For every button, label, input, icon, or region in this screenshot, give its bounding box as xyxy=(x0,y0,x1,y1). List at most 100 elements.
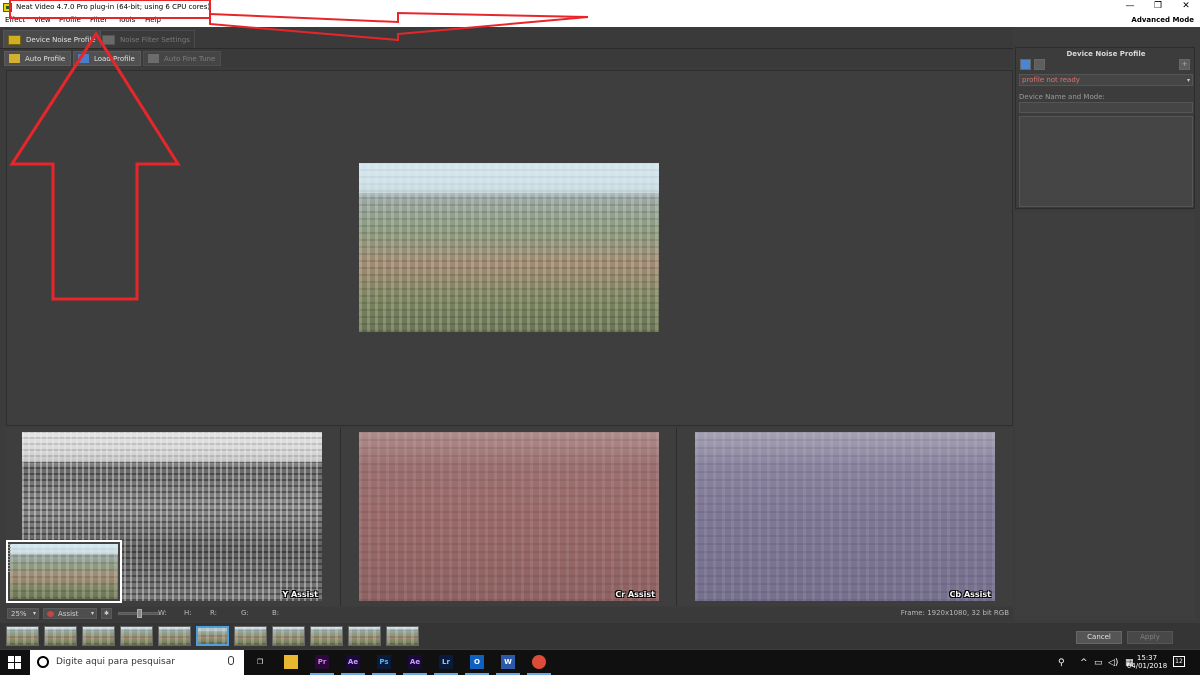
outlook-icon[interactable]: O xyxy=(470,655,484,669)
clock[interactable]: 15:37 04/01/2018 xyxy=(1126,654,1168,670)
frame-photo xyxy=(198,628,227,644)
frame-filmstrip xyxy=(0,623,1200,649)
people-icon[interactable]: ⚲ xyxy=(1058,658,1065,668)
assist-mode-value: Assist xyxy=(58,610,79,618)
after-effects-icon[interactable]: Ae xyxy=(346,655,360,669)
filmstrip-frame[interactable] xyxy=(120,626,153,646)
red-readout: R: xyxy=(210,609,218,617)
profile-status-select[interactable]: profile not ready ▾ xyxy=(1019,74,1193,86)
navigator-thumbnail[interactable] xyxy=(6,540,122,603)
volume-icon[interactable]: ◁) xyxy=(1108,658,1118,668)
frame-photo xyxy=(387,627,418,645)
frame-photo xyxy=(159,627,190,645)
filmstrip-frame[interactable] xyxy=(44,626,77,646)
height-readout: H: xyxy=(184,609,192,617)
menu-bar: Effect View Profile Filter Tools Help Ad… xyxy=(0,15,1200,27)
cb-assist-image[interactable]: Cb Assist xyxy=(695,432,995,601)
star-icon[interactable]: ✱ xyxy=(101,608,112,619)
city-aerial-photo xyxy=(359,163,659,332)
add-profile-icon[interactable]: + xyxy=(1179,59,1190,70)
device-name-field[interactable] xyxy=(1019,102,1193,113)
menu-profile[interactable]: Profile xyxy=(59,16,81,24)
file-explorer-icon[interactable] xyxy=(284,655,298,669)
main-preview-image[interactable] xyxy=(359,163,659,332)
load-profile-icon xyxy=(78,54,89,63)
tray-chevron-icon[interactable]: ^ xyxy=(1080,658,1088,668)
button-label: Auto Profile xyxy=(25,55,66,63)
menu-filter[interactable]: Filter xyxy=(90,16,107,24)
navigator-photo xyxy=(10,544,118,599)
auto-profile-button[interactable]: Auto Profile xyxy=(4,51,72,66)
zoom-select[interactable]: 25% ▾ xyxy=(7,608,39,619)
windows-start-icon[interactable] xyxy=(8,656,21,669)
tab-label: Device Noise Profile xyxy=(26,36,96,44)
auto-fine-tune-button[interactable]: Auto Fine Tune xyxy=(143,51,222,66)
fine-tune-icon xyxy=(148,54,159,63)
tab-device-noise-profile[interactable]: Device Noise Profile xyxy=(3,30,101,48)
restore-button[interactable]: ❐ xyxy=(1144,0,1172,15)
zoom-value: 25% xyxy=(11,610,27,618)
frame-photo xyxy=(235,627,266,645)
assist-panels: Y Assist Cr Assist Cb Assist xyxy=(6,428,1013,606)
filmstrip-frame[interactable] xyxy=(272,626,305,646)
right-panel-background xyxy=(1015,212,1195,620)
cr-assist-image[interactable]: Cr Assist xyxy=(359,432,659,601)
advanced-mode-link[interactable]: Advanced Mode xyxy=(1131,16,1194,24)
lightroom-icon[interactable]: Lr xyxy=(439,655,453,669)
navigator-drag-handle[interactable] xyxy=(8,542,11,572)
open-profile-icon[interactable] xyxy=(1020,59,1031,70)
menu-tools[interactable]: Tools xyxy=(118,16,135,24)
search-input[interactable]: Digite aqui para pesquisar xyxy=(56,657,175,667)
neat-video-app-icon xyxy=(3,3,12,12)
photoshop-icon[interactable]: Ps xyxy=(377,655,391,669)
cb-assist-panel[interactable]: Cb Assist xyxy=(678,428,1013,606)
filmstrip-frame[interactable] xyxy=(158,626,191,646)
frame-photo xyxy=(311,627,342,645)
assist-mode-select[interactable]: Assist ▾ xyxy=(43,608,97,619)
menu-help[interactable]: Help xyxy=(145,16,161,24)
preview-slider[interactable] xyxy=(118,609,160,618)
filmstrip-frame[interactable] xyxy=(196,626,229,646)
filmstrip-frame[interactable] xyxy=(310,626,343,646)
taskbar-search[interactable]: Digite aqui para pesquisar xyxy=(30,650,244,675)
device-profile-icon xyxy=(8,35,21,45)
frame-photo xyxy=(121,627,152,645)
profile-notes-area[interactable] xyxy=(1019,116,1193,207)
filmstrip-frame[interactable] xyxy=(386,626,419,646)
premiere-icon[interactable]: Pr xyxy=(315,655,329,669)
profile-status: profile not ready xyxy=(1022,76,1080,84)
device-name-label: Device Name and Mode: xyxy=(1019,93,1105,101)
chevron-down-icon: ▾ xyxy=(1186,77,1190,84)
task-view-icon[interactable]: ❐ xyxy=(253,655,267,669)
battery-icon[interactable]: ▭ xyxy=(1094,658,1103,668)
after-effects-2-icon[interactable]: Ae xyxy=(408,655,422,669)
filmstrip-frame[interactable] xyxy=(348,626,381,646)
tab-noise-filter-settings[interactable]: Noise Filter Settings xyxy=(97,30,195,48)
close-button[interactable]: ✕ xyxy=(1172,0,1200,15)
window-title: Neat Video 4.7.0 Pro plug-in (64-bit; us… xyxy=(16,3,211,11)
cr-assist-label: Cr Assist xyxy=(615,590,655,599)
filmstrip-frame[interactable] xyxy=(234,626,267,646)
filmstrip-frame[interactable] xyxy=(6,626,39,646)
frame-info: Frame: 1920x1080, 32 bit RGB xyxy=(900,609,1009,617)
menu-effect[interactable]: Effect xyxy=(5,16,25,24)
width-readout: W: xyxy=(158,609,167,617)
chevron-down-icon: ▾ xyxy=(90,610,94,617)
microphone-icon[interactable] xyxy=(228,656,234,665)
clock-date: 04/01/2018 xyxy=(1126,662,1168,670)
filmstrip-frame[interactable] xyxy=(82,626,115,646)
chrome-icon[interactable] xyxy=(532,655,546,669)
word-icon[interactable]: W xyxy=(501,655,515,669)
load-profile-button[interactable]: Load Profile xyxy=(73,51,141,66)
minimize-button[interactable]: — xyxy=(1116,0,1144,15)
device-noise-profile-panel: Device Noise Profile + profile not ready… xyxy=(1015,47,1195,209)
menu-view[interactable]: View xyxy=(34,16,51,24)
apply-button[interactable]: Apply xyxy=(1127,631,1173,644)
slider-thumb[interactable] xyxy=(137,609,142,618)
notification-icon[interactable]: 12 xyxy=(1173,656,1185,667)
filter-settings-icon xyxy=(102,35,115,45)
save-profile-icon[interactable] xyxy=(1034,59,1045,70)
windows-taskbar: Digite aqui para pesquisar ❐ Pr Ae Ps Ae Lr O W… xyxy=(0,650,1200,675)
cancel-button[interactable]: Cancel xyxy=(1076,631,1122,644)
cr-assist-panel[interactable]: Cr Assist xyxy=(342,428,677,606)
